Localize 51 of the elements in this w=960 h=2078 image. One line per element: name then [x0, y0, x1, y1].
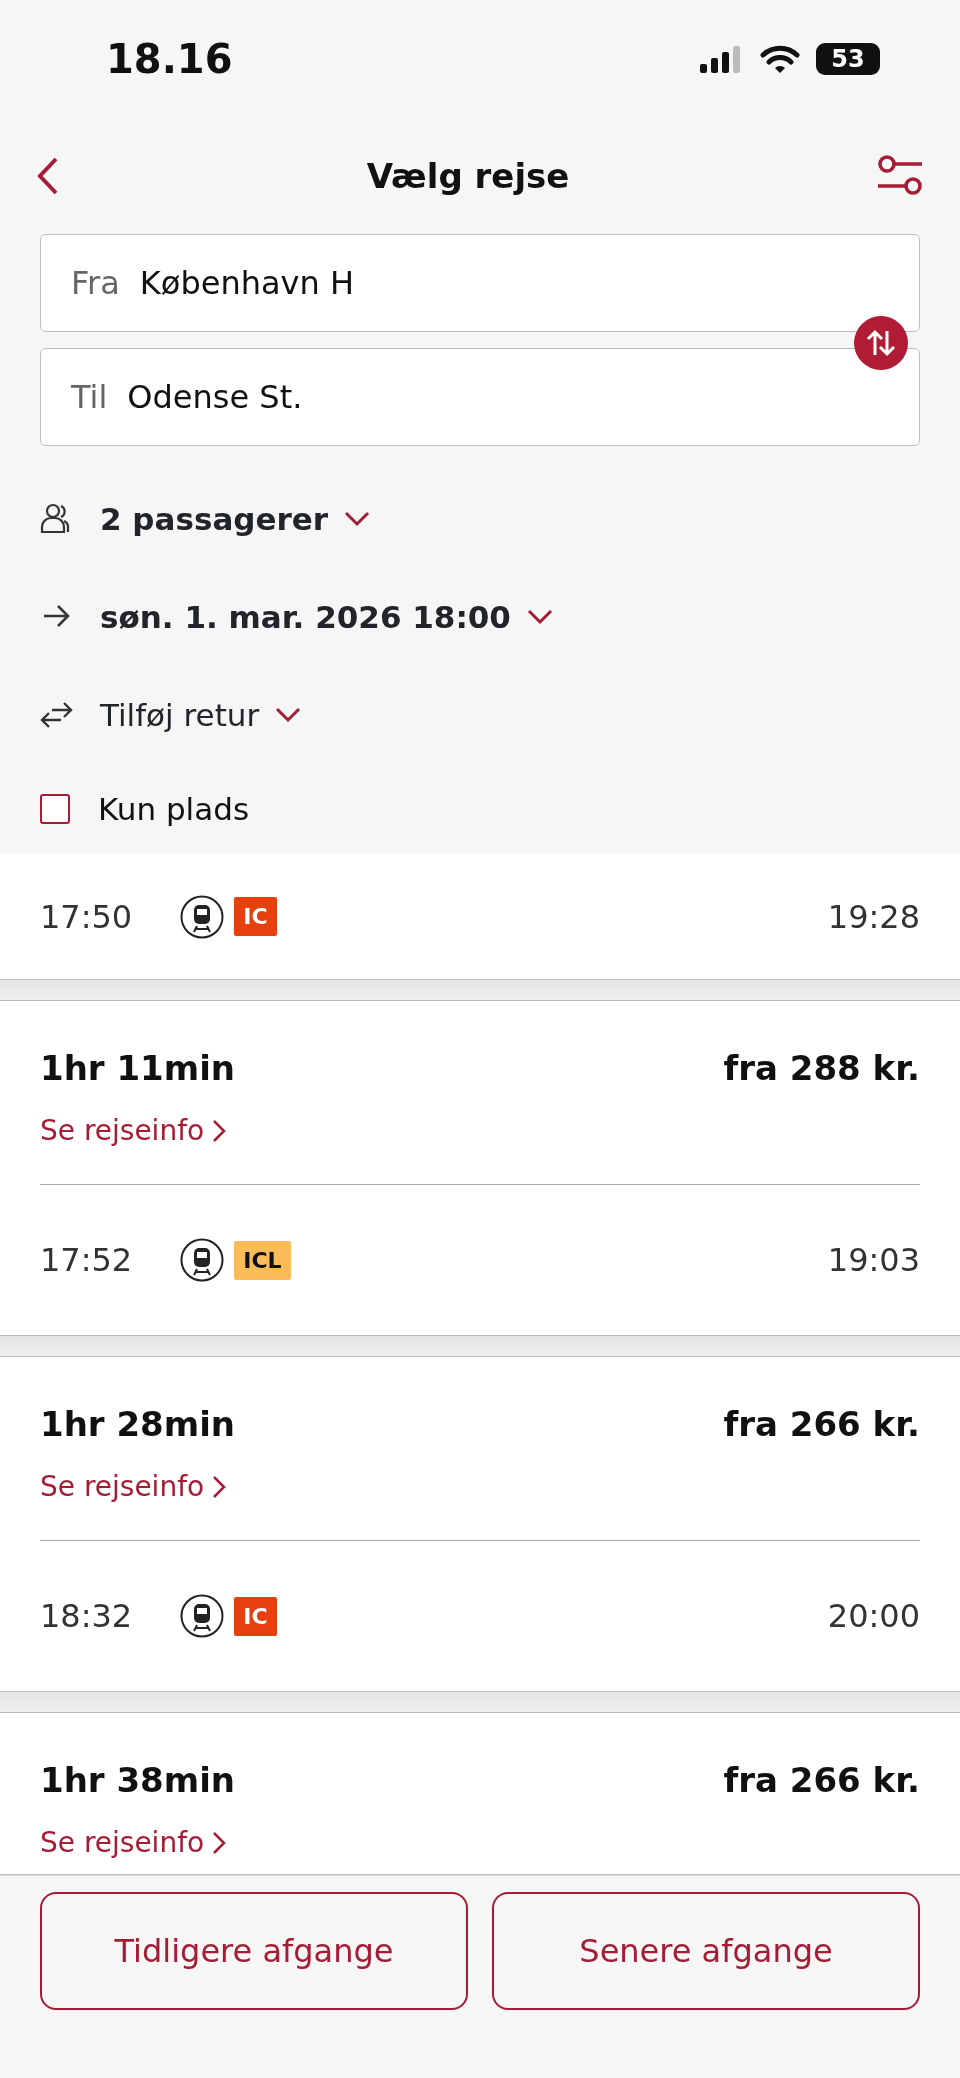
battery-indicator: 53	[816, 43, 880, 75]
dropdown-button[interactable]: søn. 1. mar. 2026 18:00	[100, 593, 553, 641]
station-field[interactable]: Til Odense St.	[40, 348, 920, 446]
checkbox-label: Kun plads	[98, 789, 250, 829]
arrival-time: 19:03	[827, 1240, 920, 1281]
station-field[interactable]: Fra København H	[40, 234, 920, 332]
dropdown-button[interactable]: 2 passagerer	[100, 495, 371, 543]
field-label: Til	[71, 377, 108, 418]
chevron-down-icon	[344, 511, 371, 527]
journey-duration: 1hr 11min	[40, 1047, 236, 1090]
chevron-right-icon	[212, 1475, 227, 1499]
train-icon	[180, 1238, 225, 1282]
departure-time: 17:50	[40, 896, 133, 938]
checkbox[interactable]	[40, 794, 70, 824]
back-icon	[36, 156, 60, 196]
train-icon	[180, 1594, 225, 1638]
dropdown-button[interactable]: Tilføj retur	[100, 691, 302, 739]
departure-time: 18:32	[40, 1596, 133, 1637]
departures-button[interactable]: Tidligere afgange	[40, 1892, 468, 2010]
train-icon	[180, 894, 225, 939]
status-time: 18.16	[106, 35, 233, 84]
journey-price: fra 266 kr.	[723, 1759, 920, 1802]
journey-card[interactable]: 1hr 28min fra 266 kr. Se rejseinfo 18:32 IC 20:00	[0, 1356, 960, 1692]
train-type-badge: ICL	[234, 1240, 291, 1280]
journey-price: fra 288 kr.	[723, 1047, 920, 1090]
journey-info-link[interactable]: Se rejseinfo	[40, 1466, 227, 1508]
journey-duration: 1hr 38min	[40, 1759, 236, 1802]
wifi-icon	[760, 44, 800, 74]
field-value: København H	[139, 263, 355, 304]
swap-icon	[866, 328, 896, 358]
journey-price: fra 266 kr.	[723, 1403, 920, 1446]
journey-card[interactable]: 1hr 11min fra 288 kr. Se rejseinfo 17:52 ICL 19:03	[0, 1000, 960, 1336]
chevron-right-icon	[212, 1831, 227, 1855]
arrival-time: 19:28	[827, 896, 920, 938]
page-title: Vælg rejse	[366, 154, 570, 198]
back-button[interactable]	[36, 156, 60, 196]
journey-info-link[interactable]: Se rejseinfo	[40, 1822, 227, 1864]
field-label: Fra	[71, 263, 120, 304]
chevron-right-icon	[212, 1119, 227, 1143]
journey-info-link[interactable]: Se rejseinfo	[40, 1110, 227, 1152]
departures-button[interactable]: Senere afgange	[492, 1892, 920, 2010]
chevron-down-icon	[526, 609, 553, 625]
departure-time: 17:52	[40, 1240, 133, 1281]
journey-duration: 1hr 28min	[40, 1403, 236, 1446]
journey-card[interactable]: 17:50 IC 19:28	[0, 854, 960, 980]
journey-card[interactable]: 1hr 38min fra 266 kr. Se rejseinfo	[0, 1712, 960, 1875]
arrival-time: 20:00	[827, 1596, 920, 1637]
field-value: Odense St.	[127, 377, 303, 418]
train-type-badge: IC	[234, 897, 277, 936]
train-type-badge: IC	[234, 1596, 277, 1636]
chevron-down-icon	[275, 707, 302, 723]
